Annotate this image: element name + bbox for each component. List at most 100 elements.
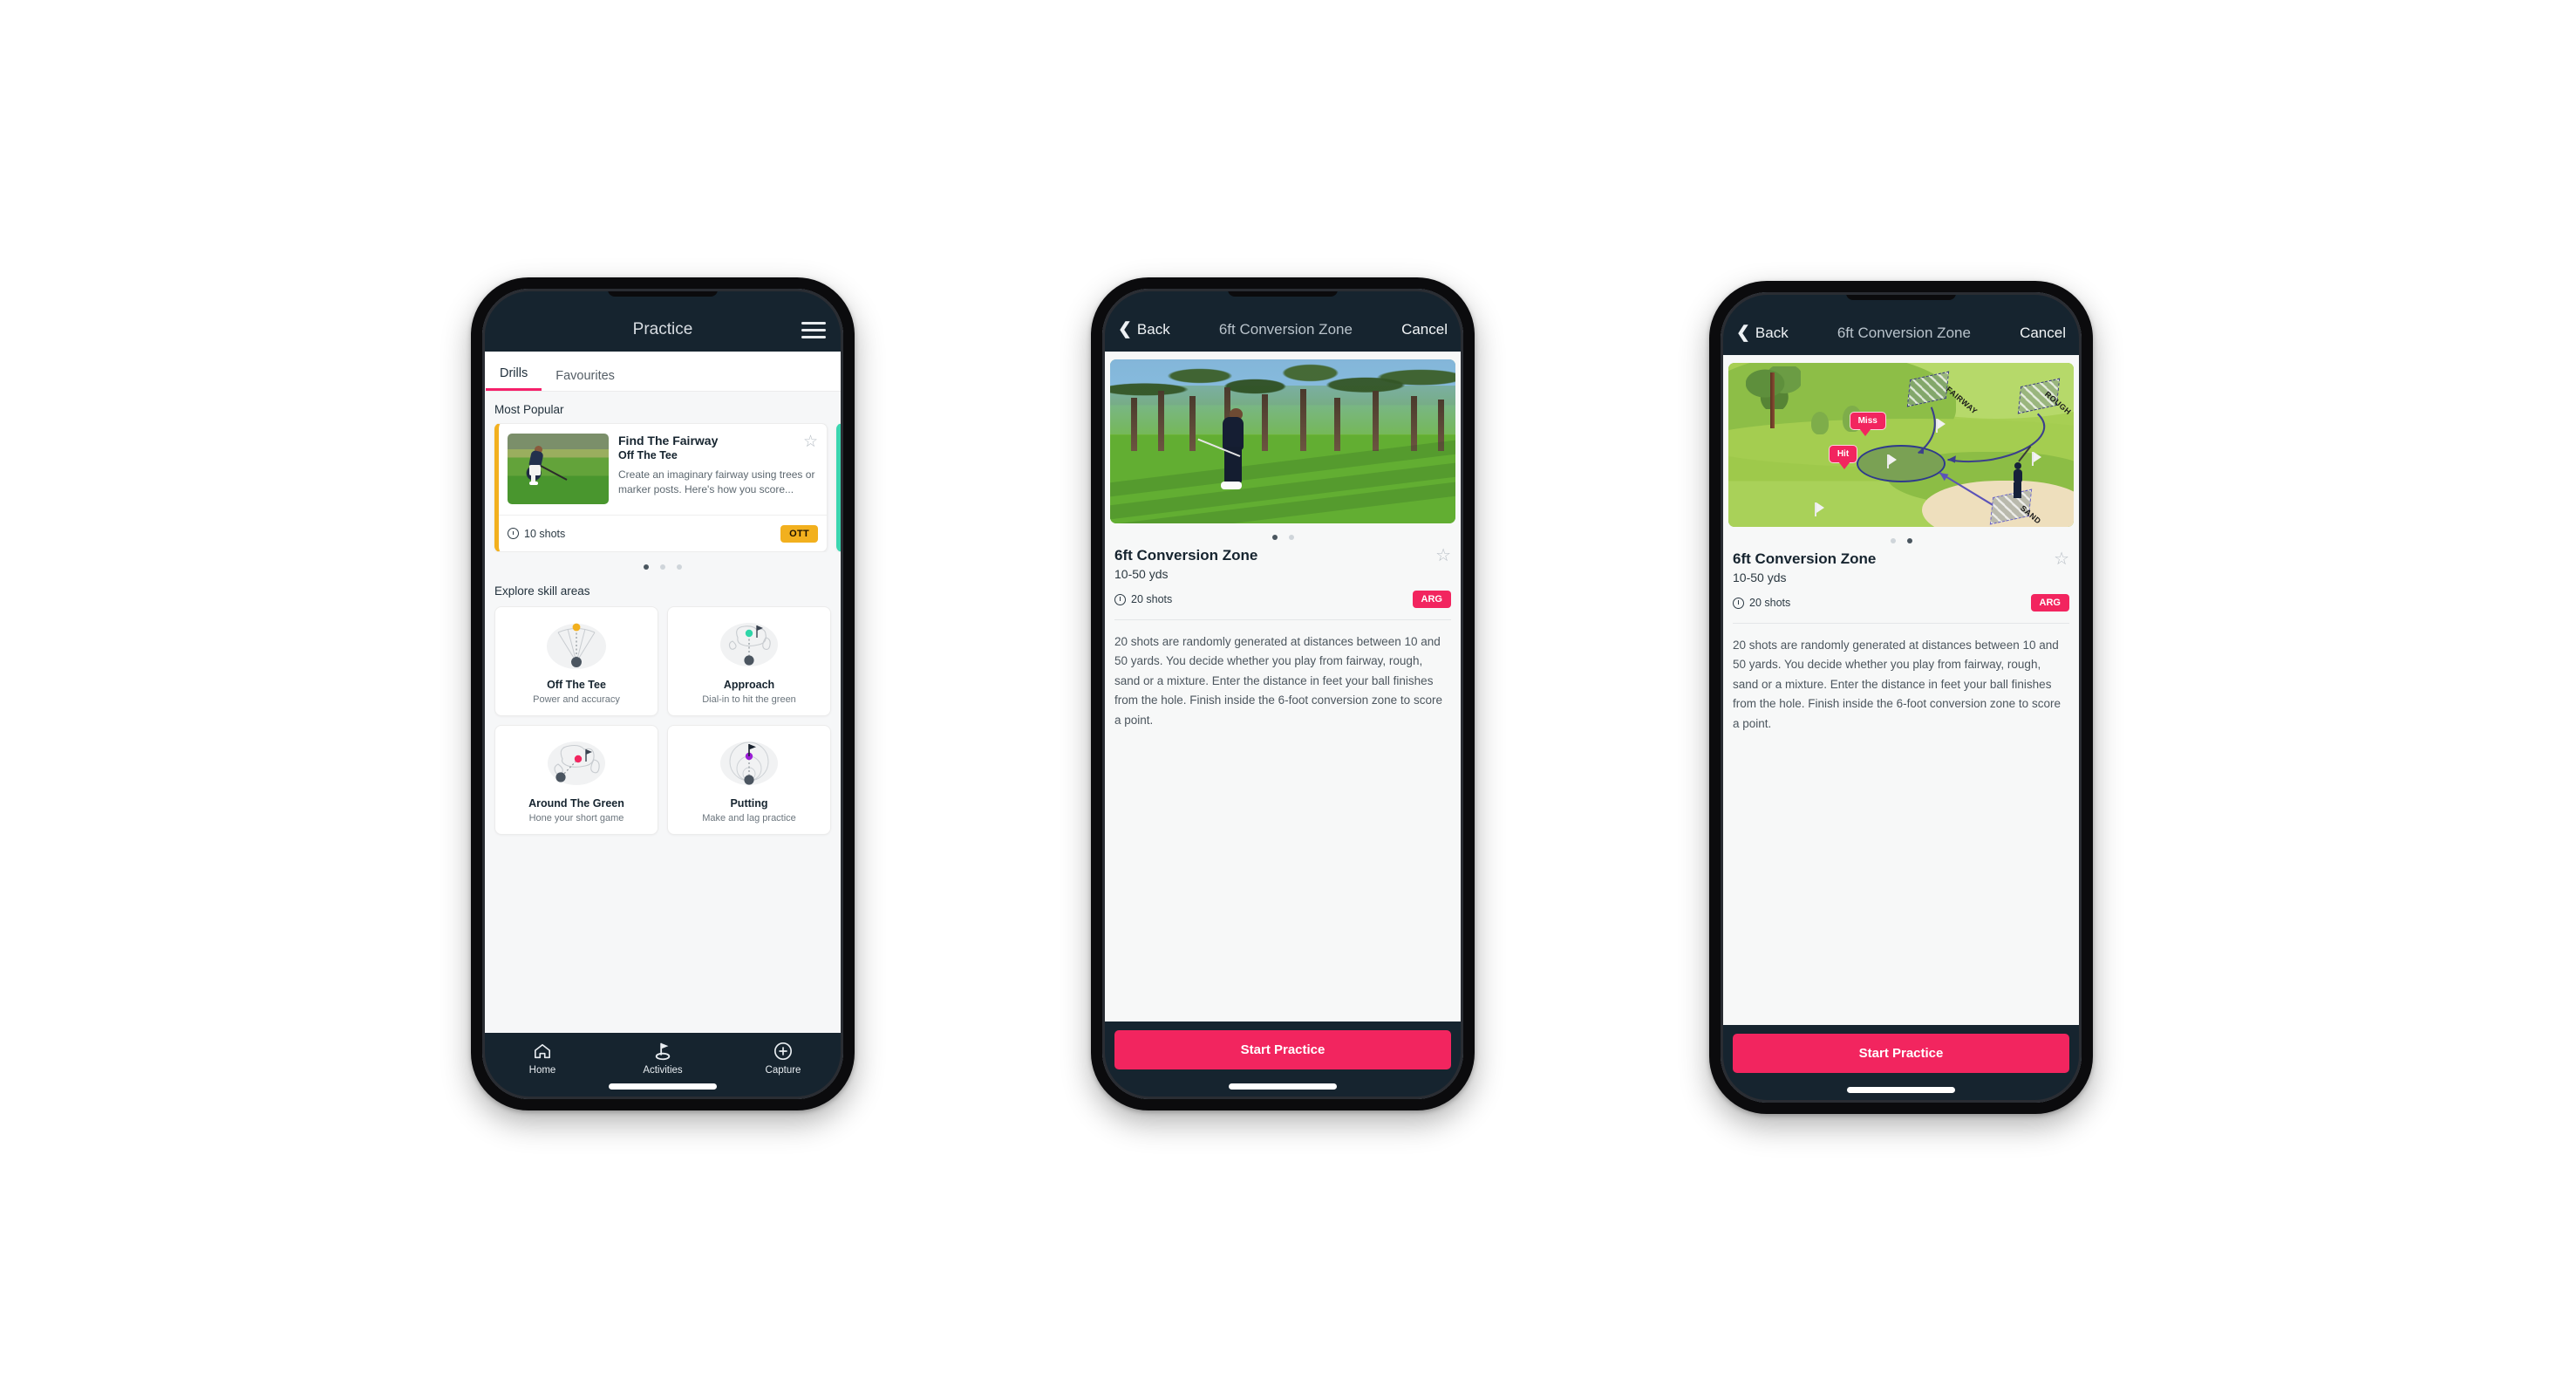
nav-title: 6ft Conversion Zone: [1837, 325, 1971, 341]
skill-card-around-the-green[interactable]: Around The Green Hone your short game: [494, 725, 658, 835]
hamburger-icon[interactable]: [801, 321, 826, 338]
carousel-dot[interactable]: [660, 564, 665, 570]
drill-card-footer: 10 shots OTT: [499, 515, 827, 551]
skill-card-desc: Dial-in to hit the green: [702, 694, 796, 705]
tab-label: Activities: [643, 1065, 683, 1076]
golfer-figure: [2010, 445, 2031, 501]
drill-info: Find The Fairway Off The Tee ☆ Create an…: [618, 434, 818, 504]
chevron-left-icon: ❮: [1118, 319, 1132, 338]
clock-icon: [1733, 597, 1744, 609]
screen-drill-detail-photo: ❮ Back 6ft Conversion Zone Cancel 6ft Co…: [1102, 289, 1463, 1099]
drill-yardage: 10-50 yds: [1114, 567, 1169, 581]
detail-body: 6ft Conversion Zone ☆ 10-50 yds 20 shots…: [1102, 352, 1463, 1021]
notch: [1228, 289, 1338, 297]
tab-home[interactable]: Home: [482, 1041, 603, 1076]
practice-scroll-body[interactable]: Most Popular Find The Fairway Off The Te…: [482, 392, 843, 1033]
skill-card-desc: Make and lag practice: [702, 813, 796, 823]
golf-course-diagram: FAIRWAY ROUGH SAND Miss Hit: [1728, 363, 2074, 527]
section-title-skill-areas: Explore skill areas: [494, 584, 590, 598]
app-header: Practice: [482, 289, 843, 352]
tab-favourites[interactable]: Favourites: [542, 369, 629, 391]
chevron-left-icon: ❮: [1736, 323, 1750, 342]
home-indicator: [1847, 1087, 1955, 1093]
drill-media-photo[interactable]: [1110, 359, 1455, 523]
skill-card-approach[interactable]: Approach Dial-in to hit the green: [667, 606, 831, 716]
skill-area-grid: Off The Tee Power and accuracy Approach …: [482, 605, 843, 847]
notch: [1846, 292, 1956, 300]
shot-count: 20 shots: [1733, 597, 1790, 609]
back-button[interactable]: ❮ Back: [1736, 311, 1789, 355]
section-title-most-popular: Most Popular: [494, 403, 564, 416]
skill-card-title: Approach: [723, 679, 775, 691]
golfer-chipping-photo: [1110, 359, 1455, 523]
home-icon: [482, 1041, 603, 1062]
tab-activities[interactable]: Activities: [603, 1041, 723, 1076]
page-title: Practice: [632, 320, 693, 338]
drill-detail-header: 6ft Conversion Zone ☆ 10-50 yds 20 shots…: [1721, 549, 2082, 612]
shot-count: 20 shots: [1114, 593, 1172, 605]
cancel-button[interactable]: Cancel: [2020, 311, 2066, 355]
screenshot-canvas: Practice Drills Favourites Most Popular: [0, 0, 2576, 1387]
drill-title: 6ft Conversion Zone: [1733, 550, 1877, 567]
carousel-dot[interactable]: [1906, 538, 1912, 543]
golf-flag-icon: [603, 1041, 723, 1062]
screen-drill-detail-illustration: ❮ Back 6ft Conversion Zone Cancel FAIRWA…: [1721, 292, 2082, 1103]
skill-card-desc: Hone your short game: [528, 813, 624, 823]
carousel-dot[interactable]: [1890, 538, 1896, 543]
drill-title: 6ft Conversion Zone: [1114, 547, 1258, 564]
approach-green-icon: [673, 618, 825, 672]
notch: [608, 289, 718, 297]
star-outline-icon[interactable]: ☆: [803, 434, 818, 450]
nav-title: 6ft Conversion Zone: [1218, 321, 1353, 338]
media-carousel-dots: [1721, 527, 2082, 549]
drill-yardage: 10-50 yds: [1733, 571, 1787, 584]
hit-tag: Hit: [1828, 445, 1858, 469]
chip-green-icon: [501, 736, 652, 790]
drill-media-illustration[interactable]: FAIRWAY ROUGH SAND Miss Hit: [1728, 363, 2074, 527]
drill-description: 20 shots are randomly generated at dista…: [1733, 639, 2061, 730]
status-badge: ARG: [2030, 594, 2069, 612]
skill-card-off-the-tee[interactable]: Off The Tee Power and accuracy: [494, 606, 658, 716]
tab-drills[interactable]: Drills: [486, 366, 542, 391]
skill-card-title: Off The Tee: [547, 679, 606, 691]
skill-card-putting[interactable]: Putting Make and lag practice: [667, 725, 831, 835]
carousel-dots: [482, 552, 843, 573]
status-badge: ARG: [1412, 591, 1451, 608]
drill-detail-header: 6ft Conversion Zone ☆ 10-50 yds 20 shots…: [1102, 545, 1463, 608]
tab-label: Home: [528, 1065, 556, 1076]
carousel-dot[interactable]: [1288, 535, 1294, 540]
drill-description: Create an imaginary fairway using trees …: [618, 468, 815, 496]
clock-icon: [508, 528, 519, 539]
drill-card-next-peek[interactable]: [836, 423, 843, 552]
start-practice-button[interactable]: Start Practice: [1114, 1030, 1451, 1069]
tee-fan-icon: [501, 618, 652, 672]
clock-icon: [1114, 593, 1126, 605]
tab-capture[interactable]: Capture: [723, 1041, 843, 1076]
putting-rings-icon: [673, 736, 825, 790]
skill-card-title: Putting: [730, 797, 768, 810]
home-indicator: [609, 1083, 717, 1090]
tab-bar: Drills Favourites: [482, 352, 843, 392]
screen-practice-list: Practice Drills Favourites Most Popular: [482, 289, 843, 1099]
star-outline-icon[interactable]: ☆: [1435, 547, 1451, 564]
drill-card[interactable]: Find The Fairway Off The Tee ☆ Create an…: [494, 423, 828, 552]
cancel-button[interactable]: Cancel: [1401, 308, 1448, 352]
start-practice-button[interactable]: Start Practice: [1733, 1034, 2069, 1073]
skill-card-desc: Power and accuracy: [533, 694, 620, 705]
back-button[interactable]: ❮ Back: [1118, 308, 1170, 352]
nav-header: ❮ Back 6ft Conversion Zone Cancel: [1102, 289, 1463, 352]
status-badge: OTT: [780, 524, 818, 543]
skill-card-title: Around The Green: [528, 797, 624, 810]
drill-title: Find The Fairway: [618, 434, 719, 448]
carousel-dot[interactable]: [677, 564, 682, 570]
home-indicator: [1229, 1083, 1337, 1090]
carousel-dot[interactable]: [644, 564, 649, 570]
media-carousel-dots: [1102, 523, 1463, 545]
drill-carousel[interactable]: Find The Fairway Off The Tee ☆ Create an…: [482, 423, 843, 552]
golfer-figure: [1197, 408, 1252, 492]
star-outline-icon[interactable]: ☆: [2054, 550, 2069, 568]
back-label: Back: [1136, 321, 1170, 338]
phone-mockup-drill-detail-illustration: ❮ Back 6ft Conversion Zone Cancel FAIRWA…: [1709, 281, 2093, 1114]
carousel-dot[interactable]: [1271, 535, 1278, 540]
shot-count-label: 20 shots: [1749, 597, 1791, 609]
